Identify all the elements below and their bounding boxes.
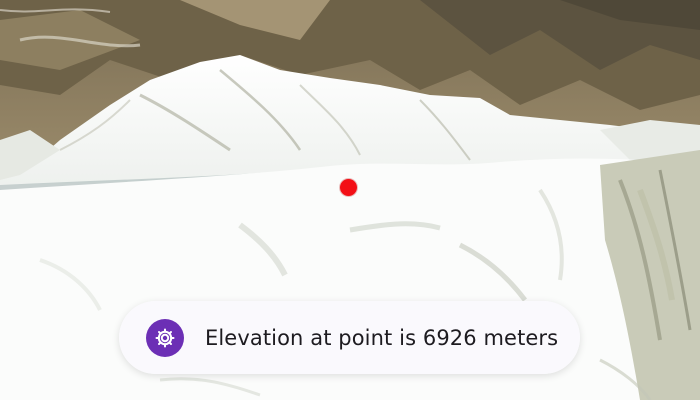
map-scene-view[interactable]: Elevation at point is 6926 meters xyxy=(0,0,700,400)
settings-gear-icon xyxy=(146,318,184,357)
elevation-message: Elevation at point is 6926 meters xyxy=(205,325,559,350)
elevation-toast: Elevation at point is 6926 meters xyxy=(119,301,580,374)
elevation-point-marker[interactable] xyxy=(340,179,357,196)
